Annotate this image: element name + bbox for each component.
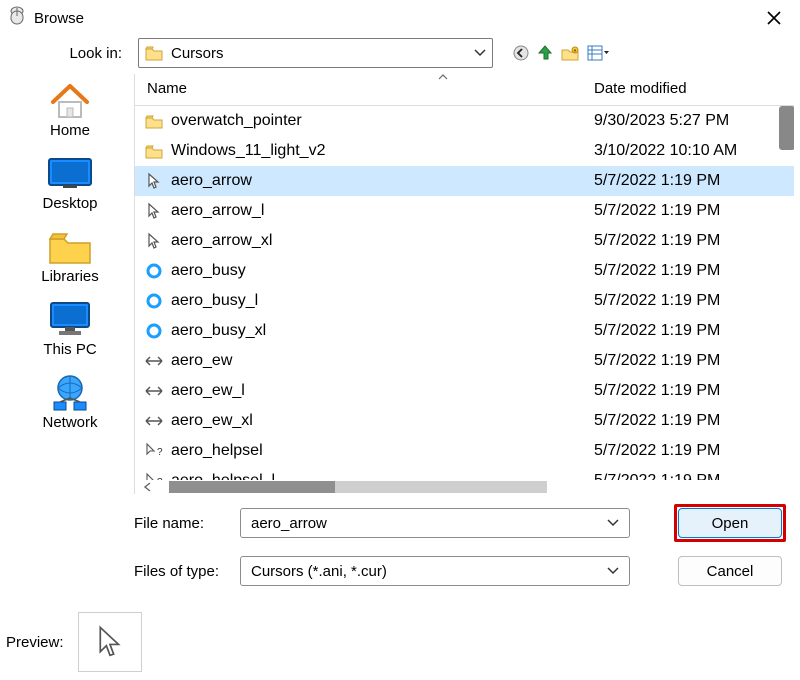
vertical-scrollbar[interactable] bbox=[779, 106, 794, 150]
ew-icon bbox=[143, 356, 165, 366]
place-desktop[interactable]: Desktop bbox=[10, 155, 130, 212]
file-row[interactable]: aero_busy_xl5/7/2022 1:19 PM bbox=[135, 316, 794, 346]
ew-icon bbox=[143, 386, 165, 396]
file-row[interactable]: aero_ew_l5/7/2022 1:19 PM bbox=[135, 376, 794, 406]
place-network[interactable]: Network bbox=[10, 374, 130, 431]
file-row[interactable]: aero_busy_l5/7/2022 1:19 PM bbox=[135, 286, 794, 316]
place-thispc-label: This PC bbox=[43, 341, 96, 358]
file-name: aero_helpsel_l bbox=[165, 472, 594, 480]
file-name: aero_busy bbox=[165, 262, 594, 280]
file-row[interactable]: aero_arrow_xl5/7/2022 1:19 PM bbox=[135, 226, 794, 256]
file-row[interactable]: aero_arrow5/7/2022 1:19 PM bbox=[135, 166, 794, 196]
horizontal-scrollbar[interactable] bbox=[135, 480, 794, 494]
place-libraries[interactable]: Libraries bbox=[10, 228, 130, 285]
arrow-icon bbox=[143, 172, 165, 190]
busy-icon bbox=[143, 323, 165, 339]
filetype-label: Files of type: bbox=[14, 563, 228, 580]
file-row[interactable]: ?aero_helpsel5/7/2022 1:19 PM bbox=[135, 436, 794, 466]
file-name: Windows_11_light_v2 bbox=[165, 142, 594, 160]
file-name: aero_busy_l bbox=[165, 292, 594, 310]
filetype-select[interactable]: Cursors (*.ani, *.cur) bbox=[240, 556, 630, 586]
file-row[interactable]: ?aero_helpsel_l5/7/2022 1:19 PM bbox=[135, 466, 794, 480]
file-list: Name Date modified overwatch_pointer9/30… bbox=[134, 74, 794, 494]
file-date: 5/7/2022 1:19 PM bbox=[594, 292, 794, 310]
file-name: overwatch_pointer bbox=[165, 112, 594, 130]
file-name: aero_ew bbox=[165, 352, 594, 370]
chevron-down-icon bbox=[607, 519, 619, 527]
file-row[interactable]: aero_ew5/7/2022 1:19 PM bbox=[135, 346, 794, 376]
file-row[interactable]: aero_ew_xl5/7/2022 1:19 PM bbox=[135, 406, 794, 436]
view-menu-icon[interactable] bbox=[587, 45, 609, 61]
arrow-icon bbox=[143, 202, 165, 220]
chevron-down-icon bbox=[607, 567, 619, 575]
ew-icon bbox=[143, 416, 165, 426]
filename-input[interactable]: aero_arrow bbox=[240, 508, 630, 538]
back-icon[interactable] bbox=[513, 45, 529, 61]
file-name: aero_ew_l bbox=[165, 382, 594, 400]
open-button[interactable]: Open bbox=[678, 508, 782, 538]
file-date: 9/30/2023 5:27 PM bbox=[594, 112, 794, 130]
file-date: 5/7/2022 1:19 PM bbox=[594, 262, 794, 280]
places-bar: Home Desktop Libraries bbox=[6, 74, 134, 494]
place-thispc[interactable]: This PC bbox=[10, 301, 130, 358]
busy-icon bbox=[143, 293, 165, 309]
file-date: 5/7/2022 1:19 PM bbox=[594, 322, 794, 340]
place-network-label: Network bbox=[42, 414, 97, 431]
up-icon[interactable] bbox=[537, 45, 553, 61]
file-row[interactable]: overwatch_pointer9/30/2023 5:27 PM bbox=[135, 106, 794, 136]
lookin-combo[interactable]: Cursors bbox=[138, 38, 493, 68]
file-date: 5/7/2022 1:19 PM bbox=[594, 202, 794, 220]
lookin-value: Cursors bbox=[171, 45, 224, 62]
app-icon bbox=[8, 6, 26, 30]
svg-text:?: ? bbox=[157, 477, 163, 480]
preview-label: Preview: bbox=[6, 634, 64, 651]
file-name: aero_arrow_xl bbox=[165, 232, 594, 250]
filename-label: File name: bbox=[14, 515, 228, 532]
filename-value: aero_arrow bbox=[251, 515, 327, 532]
chevron-down-icon bbox=[474, 49, 486, 57]
column-name-header[interactable]: Name bbox=[143, 80, 594, 97]
file-row[interactable]: aero_arrow_l5/7/2022 1:19 PM bbox=[135, 196, 794, 226]
folder-icon bbox=[143, 144, 165, 159]
new-folder-icon[interactable]: ★ bbox=[561, 46, 579, 61]
file-date: 5/7/2022 1:19 PM bbox=[594, 232, 794, 250]
file-date: 5/7/2022 1:19 PM bbox=[594, 172, 794, 190]
svg-text:?: ? bbox=[157, 447, 163, 458]
file-date: 3/10/2022 10:10 AM bbox=[594, 142, 794, 160]
sort-indicator-icon bbox=[438, 74, 448, 80]
close-icon[interactable] bbox=[760, 8, 788, 28]
folder-icon bbox=[143, 114, 165, 129]
place-home-label: Home bbox=[50, 122, 90, 139]
window-title: Browse bbox=[34, 10, 84, 27]
file-name: aero_helpsel bbox=[165, 442, 594, 460]
preview-box bbox=[78, 612, 142, 672]
file-row[interactable]: Windows_11_light_v23/10/2022 10:10 AM bbox=[135, 136, 794, 166]
help-icon: ? bbox=[143, 442, 165, 460]
file-date: 5/7/2022 1:19 PM bbox=[594, 352, 794, 370]
file-name: aero_arrow_l bbox=[165, 202, 594, 220]
file-date: 5/7/2022 1:19 PM bbox=[594, 442, 794, 460]
file-date: 5/7/2022 1:19 PM bbox=[594, 472, 794, 480]
folder-icon bbox=[145, 46, 163, 60]
place-home[interactable]: Home bbox=[10, 82, 130, 139]
svg-text:★: ★ bbox=[573, 48, 578, 54]
lookin-label: Look in: bbox=[8, 45, 128, 62]
file-row[interactable]: aero_busy5/7/2022 1:19 PM bbox=[135, 256, 794, 286]
place-desktop-label: Desktop bbox=[42, 195, 97, 212]
arrow-icon bbox=[143, 232, 165, 250]
open-button-highlight: Open bbox=[674, 504, 786, 542]
file-date: 5/7/2022 1:19 PM bbox=[594, 382, 794, 400]
help-icon: ? bbox=[143, 472, 165, 480]
busy-icon bbox=[143, 263, 165, 279]
file-name: aero_ew_xl bbox=[165, 412, 594, 430]
column-date-header[interactable]: Date modified bbox=[594, 80, 794, 97]
cancel-button[interactable]: Cancel bbox=[678, 556, 782, 586]
file-name: aero_arrow bbox=[165, 172, 594, 190]
file-date: 5/7/2022 1:19 PM bbox=[594, 412, 794, 430]
file-name: aero_busy_xl bbox=[165, 322, 594, 340]
place-libraries-label: Libraries bbox=[41, 268, 99, 285]
filetype-value: Cursors (*.ani, *.cur) bbox=[251, 563, 387, 580]
